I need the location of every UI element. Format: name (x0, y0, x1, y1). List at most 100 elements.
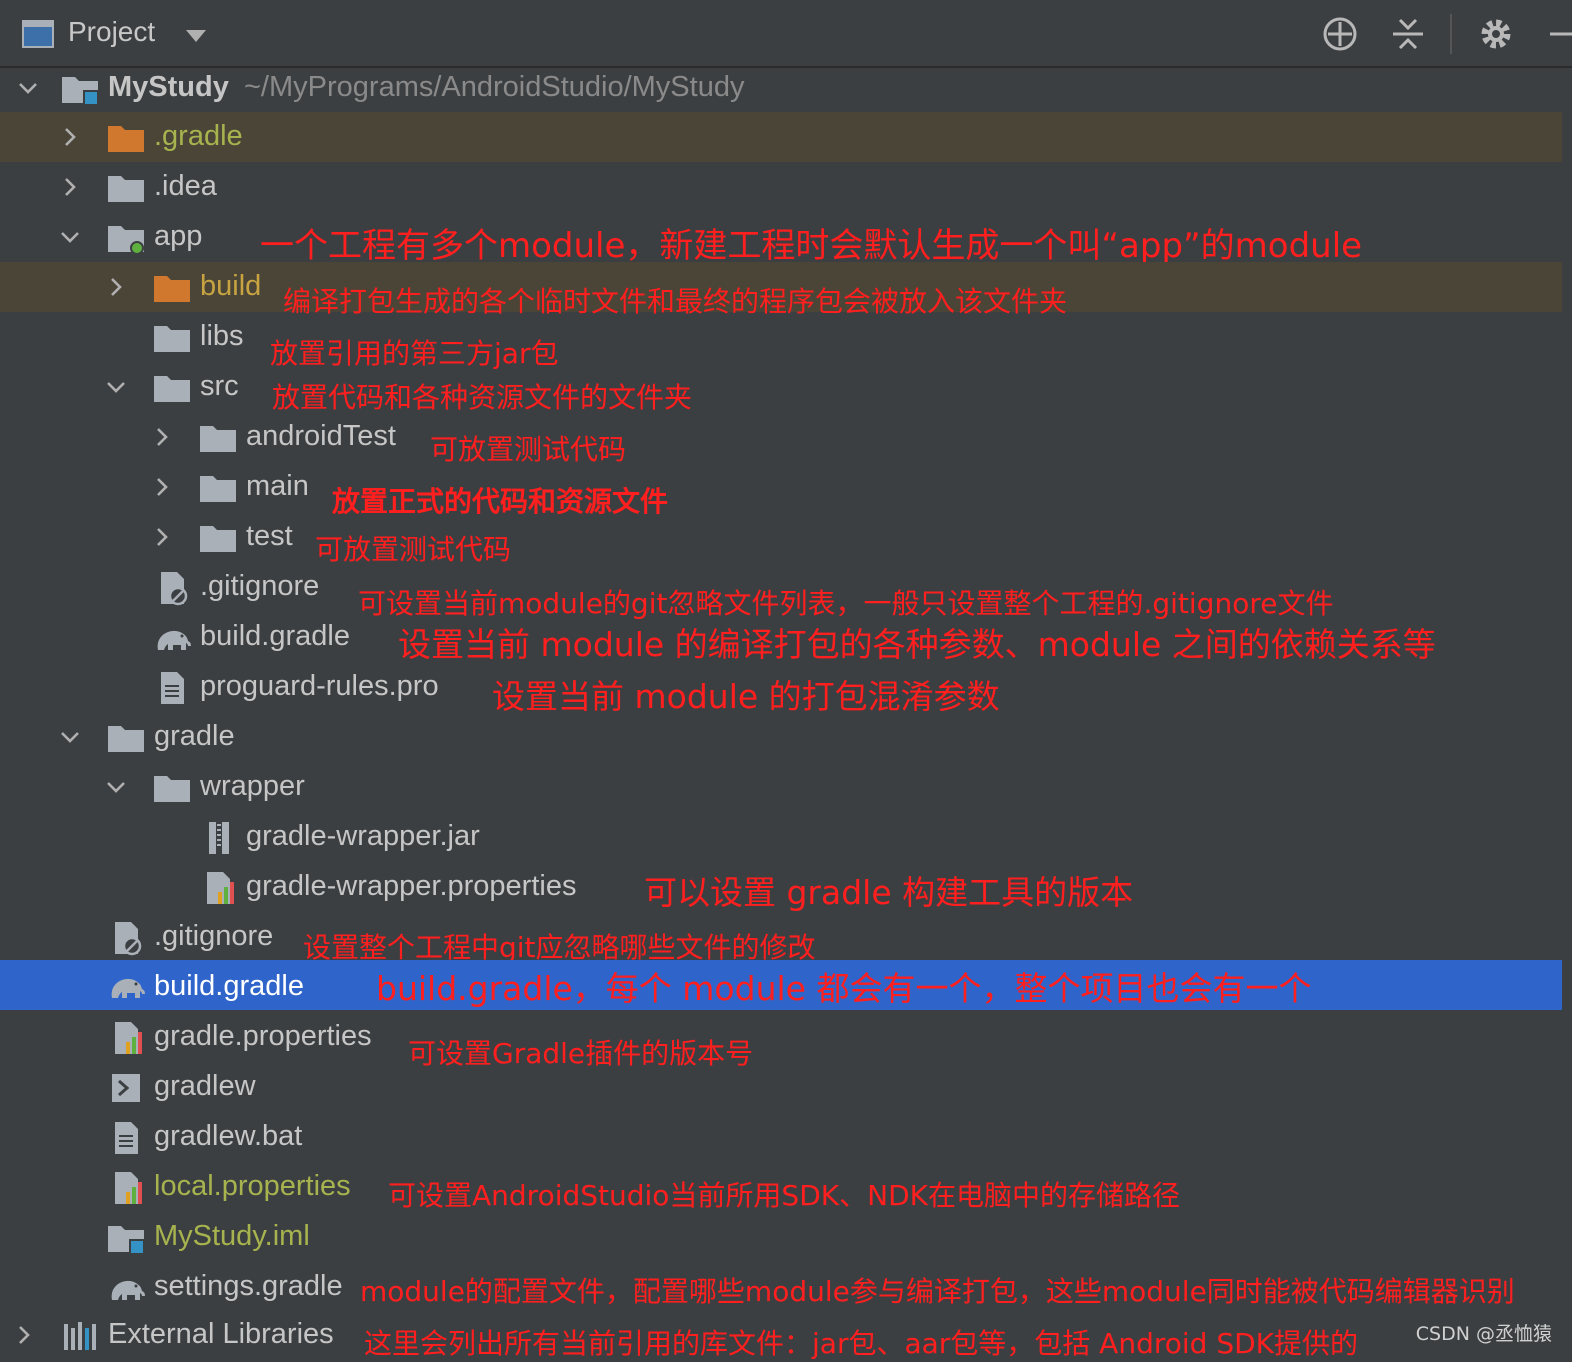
folder-icon (198, 520, 238, 556)
tree-row-settings-gradle[interactable]: settings.gradle module的配置文件，配置哪些module参与… (0, 1262, 1562, 1312)
gradle-elephant-icon (152, 620, 192, 656)
tree-row-test[interactable]: test 可放置测试代码 (0, 512, 1562, 566)
tree-item-label: MyStudy.iml (154, 1220, 310, 1252)
gradle-elephant-icon (106, 968, 146, 1004)
tree-row-wrapper[interactable]: wrapper (0, 762, 1562, 812)
tree-row-gradlew-bat[interactable]: gradlew.bat (0, 1112, 1562, 1162)
folder-icon (198, 470, 238, 506)
tree-row-iml[interactable]: MyStudy.iml (0, 1212, 1562, 1262)
tree-item-label: test (246, 520, 293, 552)
project-folder-icon (60, 71, 100, 107)
tree-row-root-gitignore[interactable]: .gitignore 设置整个工程中git应忽略哪些文件的修改 (0, 912, 1562, 964)
tree-row-dot-gradle[interactable]: .gradle (0, 112, 1562, 162)
properties-file-icon (106, 1020, 146, 1056)
excluded-folder-icon (106, 120, 146, 156)
project-window-icon (22, 20, 54, 48)
tree-item-label: libs (200, 320, 244, 352)
tree-row-app-build-gradle[interactable]: build.gradle 设置当前 module 的编译打包的各种参数、modu… (0, 612, 1562, 664)
module-file-icon (106, 1220, 146, 1256)
root-project-path: ~/MyPrograms/AndroidStudio/MyStudy (244, 71, 745, 103)
annotation-src: 放置代码和各种资源文件的文件夹 (272, 381, 693, 414)
libraries-icon (60, 1318, 100, 1354)
tree-item-label: .idea (154, 170, 217, 202)
gitignore-file-icon (106, 920, 146, 956)
tree-row-gradle-folder[interactable]: gradle (0, 712, 1562, 762)
project-toolbar: Project (0, 0, 1572, 68)
tree-row-main[interactable]: main 放置正式的代码和资源文件 (0, 462, 1562, 518)
tree-item-label: src (200, 370, 239, 402)
tree-row-gradle-properties[interactable]: gradle.properties 可设置Gradle插件的版本号 (0, 1012, 1562, 1070)
tree-item-label: build.gradle (154, 970, 304, 1002)
tree-item-label: settings.gradle (154, 1270, 343, 1302)
tree-row-external-libraries[interactable]: External Libraries 这里会列出所有当前引用的库文件：jar包、… (0, 1310, 1562, 1360)
text-file-icon (106, 1120, 146, 1156)
tree-item-label: gradle (154, 720, 235, 752)
tree-row-libs[interactable]: libs 放置引用的第三方jar包 (0, 312, 1562, 370)
tree-row-gradlew[interactable]: gradlew (0, 1062, 1562, 1112)
chevron-right-icon[interactable] (152, 427, 172, 447)
chevron-down-icon[interactable] (60, 727, 80, 747)
hide-icon[interactable] (1546, 16, 1572, 52)
text-file-icon (152, 670, 192, 706)
tree-item-label: wrapper (200, 770, 305, 802)
properties-file-icon (198, 870, 238, 906)
folder-icon (152, 320, 192, 356)
annotation-settings-gradle: module的配置文件，配置哪些module参与编译打包，这些module同时能… (360, 1275, 1515, 1308)
annotation-app-build-gradle: 设置当前 module 的编译打包的各种参数、module 之间的依赖关系等 (398, 625, 1436, 664)
root-project-name: MyStudy (108, 71, 229, 103)
chevron-right-icon[interactable] (152, 527, 172, 547)
chevron-down-icon[interactable] (18, 78, 38, 98)
tree-item-label: .gitignore (154, 920, 274, 952)
annotation-wrapper-properties: 可以设置 gradle 构建工具的版本 (644, 873, 1134, 912)
tree-row-wrapper-jar[interactable]: gradle-wrapper.jar (0, 812, 1562, 862)
module-folder-icon (106, 220, 146, 256)
tree-row-root[interactable]: MyStudy ~/MyPrograms/AndroidStudio/MyStu… (0, 63, 1562, 113)
jar-file-icon (198, 820, 238, 856)
tree-item-label: main (246, 470, 309, 502)
project-view-title[interactable]: Project (68, 16, 155, 48)
tree-item-label: local.properties (154, 1170, 351, 1202)
tree-row-build[interactable]: build 编译打包生成的各个临时文件和最终的程序包会被放入该文件夹 (0, 262, 1562, 318)
chevron-right-icon[interactable] (60, 177, 80, 197)
annotation-proguard: 设置当前 module 的打包混淆参数 (492, 677, 1000, 716)
chevron-right-icon[interactable] (14, 1325, 34, 1345)
tree-item-label: build.gradle (200, 620, 350, 652)
tree-item-label: .gitignore (200, 570, 320, 602)
tree-row-app-gitignore[interactable]: .gitignore 可设置当前module的git忽略文件列表，一般只设置整个… (0, 562, 1562, 620)
tree-row-local-properties[interactable]: local.properties 可设置AndroidStudio当前所用SDK… (0, 1162, 1562, 1212)
tree-item-label: gradle.properties (154, 1020, 372, 1052)
tree-item-label: androidTest (246, 420, 396, 452)
tree-row-wrapper-properties[interactable]: gradle-wrapper.properties 可以设置 gradle 构建… (0, 862, 1562, 912)
folder-icon (106, 170, 146, 206)
chevron-down-icon[interactable] (60, 227, 80, 247)
tree-row-root-build-gradle[interactable]: build.gradle build.gradle，每个 module 都会有一… (0, 960, 1562, 1010)
gear-icon[interactable] (1478, 16, 1514, 52)
chevron-down-icon[interactable] (106, 377, 126, 397)
tree-item-label: gradlew (154, 1070, 256, 1102)
excluded-folder-icon (152, 270, 192, 306)
chevron-right-icon[interactable] (106, 277, 126, 297)
tree-row-android-test[interactable]: androidTest 可放置测试代码 (0, 412, 1562, 466)
chevron-right-icon[interactable] (152, 477, 172, 497)
tree-item-label: app (154, 220, 203, 252)
chevron-down-icon[interactable] (106, 777, 126, 797)
collapse-all-icon[interactable] (1390, 16, 1426, 52)
tree-row-src[interactable]: src 放置代码和各种资源文件的文件夹 (0, 362, 1562, 414)
annotation-local-properties: 可设置AndroidStudio当前所用SDK、NDK在电脑中的存储路径 (388, 1179, 1181, 1212)
annotation-app: 一个工程有多个module，新建工程时会默认生成一个叫“app”的module (260, 226, 1363, 266)
dropdown-arrow-icon[interactable] (186, 30, 206, 42)
tree-row-idea[interactable]: .idea (0, 162, 1562, 212)
folder-icon (152, 370, 192, 406)
chevron-right-icon[interactable] (60, 127, 80, 147)
annotation-external-libraries: 这里会列出所有当前引用的库文件：jar包、aar包等，包括 Android SD… (364, 1327, 1359, 1360)
locate-icon[interactable] (1322, 16, 1358, 52)
tree-item-label: proguard-rules.pro (200, 670, 439, 702)
shell-script-icon (106, 1070, 146, 1106)
tree-item-label: External Libraries (108, 1318, 334, 1350)
tree-item-label: gradle-wrapper.properties (246, 870, 577, 902)
tree-row-proguard[interactable]: proguard-rules.pro 设置当前 module 的打包混淆参数 (0, 662, 1562, 716)
toolbar-separator (1450, 14, 1452, 54)
folder-icon (198, 420, 238, 456)
tree-row-app[interactable]: app 一个工程有多个module，新建工程时会默认生成一个叫“app”的mod… (0, 212, 1562, 266)
tree-item-label: build (200, 270, 262, 302)
